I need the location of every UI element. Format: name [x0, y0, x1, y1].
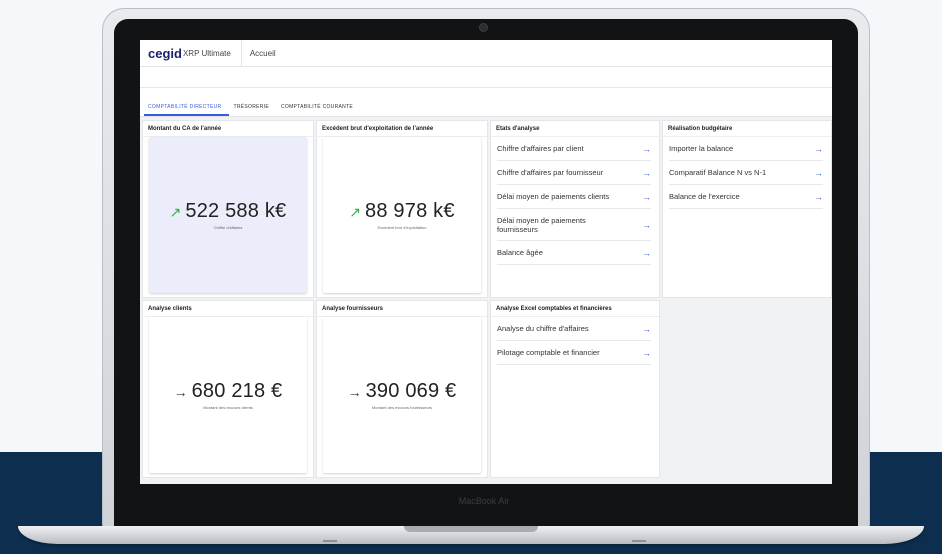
kpi-ebe[interactable]: ↗ 88 978 k€ Excédent brut d'exploitation [323, 137, 481, 293]
kpi-label: Montant des excours fournisseurs [371, 405, 433, 410]
list-item-label: Chiffre d'affaires par fournisseur [497, 168, 604, 177]
card-title: Excédent brut d'exploitation de l'année [317, 121, 487, 137]
card-ca: Montant du CA de l'année ↗ 522 588 k€ Ch… [142, 120, 314, 298]
trend-up-icon: ↗ [349, 203, 362, 220]
list-item-importer-balance[interactable]: Importer la balance → [669, 137, 823, 161]
kpi-ca[interactable]: ↗ 522 588 k€ Chiffre d'affaires [149, 137, 307, 293]
list-item-label: Chiffre d'affaires par client [497, 144, 584, 153]
list-item-pilotage[interactable]: Pilotage comptable et financier → [497, 341, 651, 365]
arrow-right-icon: → [173, 383, 188, 400]
card-title: Réalisation budgétaire [663, 121, 831, 137]
card-title: Analyse clients [143, 301, 313, 317]
trend-up-icon: ↗ [169, 203, 182, 220]
camera-icon [480, 24, 487, 31]
list-item-ca-client[interactable]: Chiffre d'affaires par client → [497, 137, 651, 161]
tab-comptabilite-directeur[interactable]: COMPTABILITÉ DIRECTEUR [144, 104, 230, 116]
kpi-clients[interactable]: → 680 218 € Montant des excours clients [149, 317, 307, 473]
card-analyse-fournisseurs: Analyse fournisseurs → 390 069 € Montant… [316, 300, 488, 478]
top-bar: cegid XRP Ultimate Accueil [140, 40, 832, 67]
logo-brand: cegid [148, 45, 182, 61]
list-item-balance-agee[interactable]: Balance âgée → [497, 241, 651, 265]
kpi-value: 522 588 k€ [185, 200, 287, 222]
list-item-label: Délai moyen de paiements fournisseurs [497, 215, 586, 234]
app-logo[interactable]: cegid XRP Ultimate [140, 40, 242, 66]
tab-comptabilite-courante[interactable]: COMPTABILITÉ COURANTE [277, 104, 361, 116]
budget-list: Importer la balance → Comparatif Balance … [663, 137, 831, 209]
card-realisation-budgetaire: Réalisation budgétaire Importer la balan… [662, 120, 832, 298]
arrow-right-icon: → [642, 143, 651, 154]
kpi-value: 680 218 € [191, 380, 283, 402]
list-item-label: Pilotage comptable et financier [497, 348, 600, 357]
list-item-comparatif-balance[interactable]: Comparatif Balance N vs N-1 → [669, 161, 823, 185]
list-item-label: Analyse du chiffre d'affaires [497, 324, 589, 333]
arrow-right-icon: → [642, 191, 651, 202]
list-item-label: Balance de l'exercice [669, 192, 740, 201]
arrow-right-icon: → [347, 383, 362, 400]
card-analyse-clients: Analyse clients → 680 218 € Montant des … [142, 300, 314, 478]
arrow-right-icon: → [814, 167, 823, 178]
list-item-label: Importer la balance [669, 144, 734, 153]
arrow-right-icon: → [814, 191, 823, 202]
kpi-label: Chiffre d'affaires [213, 225, 243, 230]
etats-list: Chiffre d'affaires par client → Chiffre d… [491, 137, 659, 265]
kpi-label: Excédent brut d'exploitation [377, 225, 427, 230]
kpi-fournisseurs[interactable]: → 390 069 € Montant des excours fourniss… [323, 317, 481, 473]
card-title: Etats d'analyse [491, 121, 659, 137]
laptop-foot [323, 540, 337, 542]
kpi-value: 88 978 k€ [365, 200, 455, 222]
app-screen: cegid XRP Ultimate Accueil COMPTABILITÉ … [140, 40, 832, 484]
list-item-label: Balance âgée [497, 248, 543, 257]
card-title: Montant du CA de l'année [143, 121, 313, 137]
arrow-right-icon: → [642, 219, 651, 230]
list-item-delai-fournisseurs[interactable]: Délai moyen de paiements fournisseurs → [497, 209, 651, 241]
card-ebe: Excédent brut d'exploitation de l'année … [316, 120, 488, 298]
device-brand: MacBook Air [458, 496, 510, 506]
card-title: Analyse fournisseurs [317, 301, 487, 317]
arrow-right-icon: → [814, 143, 823, 154]
list-item-balance-exercice[interactable]: Balance de l'exercice → [669, 185, 823, 209]
sub-bar [140, 67, 832, 88]
excel-list: Analyse du chiffre d'affaires → Pilotage … [491, 317, 659, 365]
arrow-right-icon: → [642, 247, 651, 258]
card-etats-analyse: Etats d'analyse Chiffre d'affaires par c… [490, 120, 660, 298]
kpi-label: Montant des excours clients [203, 405, 253, 410]
tab-bar: COMPTABILITÉ DIRECTEUR TRÉSORERIE COMPTA… [140, 88, 832, 117]
laptop-foot [632, 540, 646, 542]
arrow-right-icon: → [642, 167, 651, 178]
list-item-label: Délai moyen de paiements clients [497, 192, 610, 201]
list-item-delai-clients[interactable]: Délai moyen de paiements clients → [497, 185, 651, 209]
home-tab[interactable]: Accueil [242, 49, 284, 58]
laptop-notch [404, 526, 538, 532]
kpi-value: 390 069 € [365, 380, 457, 402]
card-title: Analyse Excel comptables et financières [491, 301, 659, 317]
card-analyse-excel: Analyse Excel comptables et financières … [490, 300, 660, 478]
list-item-analyse-ca[interactable]: Analyse du chiffre d'affaires → [497, 317, 651, 341]
arrow-right-icon: → [642, 347, 651, 358]
list-item-ca-fournisseur[interactable]: Chiffre d'affaires par fournisseur → [497, 161, 651, 185]
list-item-label: Comparatif Balance N vs N-1 [669, 168, 767, 177]
dashboard-grid: Montant du CA de l'année ↗ 522 588 k€ Ch… [142, 120, 832, 482]
logo-suffix: XRP Ultimate [182, 48, 231, 58]
arrow-right-icon: → [642, 323, 651, 334]
tab-tresorerie[interactable]: TRÉSORERIE [229, 104, 277, 116]
